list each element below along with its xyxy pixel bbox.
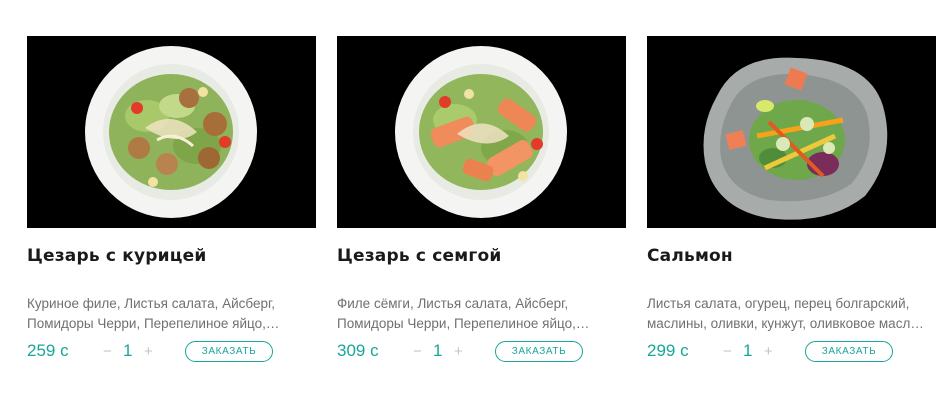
product-title[interactable]: Цезарь с курицей — [27, 246, 317, 266]
quantity-increase-button[interactable]: + — [144, 342, 153, 362]
product-image-caesar-chicken[interactable] — [27, 36, 316, 228]
salad-photo — [647, 36, 936, 228]
quantity-value: 1 — [123, 341, 133, 360]
quantity-decrease-button[interactable]: − — [723, 342, 732, 362]
product-description: Листья салата, огурец, перец болгарский,… — [647, 296, 924, 331]
salad-photo — [337, 36, 626, 228]
product-card: Цезарь с семгой Филе сёмги, Листья салат… — [337, 36, 627, 376]
quantity-decrease-button[interactable]: − — [103, 342, 112, 362]
product-card: Цезарь с курицей Куриное филе, Листья са… — [27, 36, 317, 376]
order-button[interactable]: ЗАКАЗАТЬ — [805, 341, 893, 362]
product-price: 299 с — [647, 341, 689, 360]
product-title[interactable]: Цезарь с семгой — [337, 246, 627, 266]
product-description: Куриное филе, Листья салата, Айсберг, По… — [27, 296, 280, 331]
order-button[interactable]: ЗАКАЗАТЬ — [185, 341, 273, 362]
quantity-value: 1 — [743, 341, 753, 360]
quantity-decrease-button[interactable]: − — [413, 342, 422, 362]
product-card: Сальмон Листья салата, огурец, перец бол… — [647, 36, 937, 376]
salad-photo — [27, 36, 316, 228]
product-image-salmon-salad[interactable] — [647, 36, 936, 228]
quantity-value: 1 — [433, 341, 443, 360]
product-title[interactable]: Сальмон — [647, 246, 937, 266]
quantity-increase-button[interactable]: + — [764, 342, 773, 362]
product-price: 309 с — [337, 341, 379, 360]
quantity-increase-button[interactable]: + — [454, 342, 463, 362]
order-button[interactable]: ЗАКАЗАТЬ — [495, 341, 583, 362]
product-image-caesar-salmon[interactable] — [337, 36, 626, 228]
product-description: Филе сёмги, Листья салата, Айсберг, Поми… — [337, 296, 590, 331]
product-price: 259 с — [27, 341, 69, 360]
